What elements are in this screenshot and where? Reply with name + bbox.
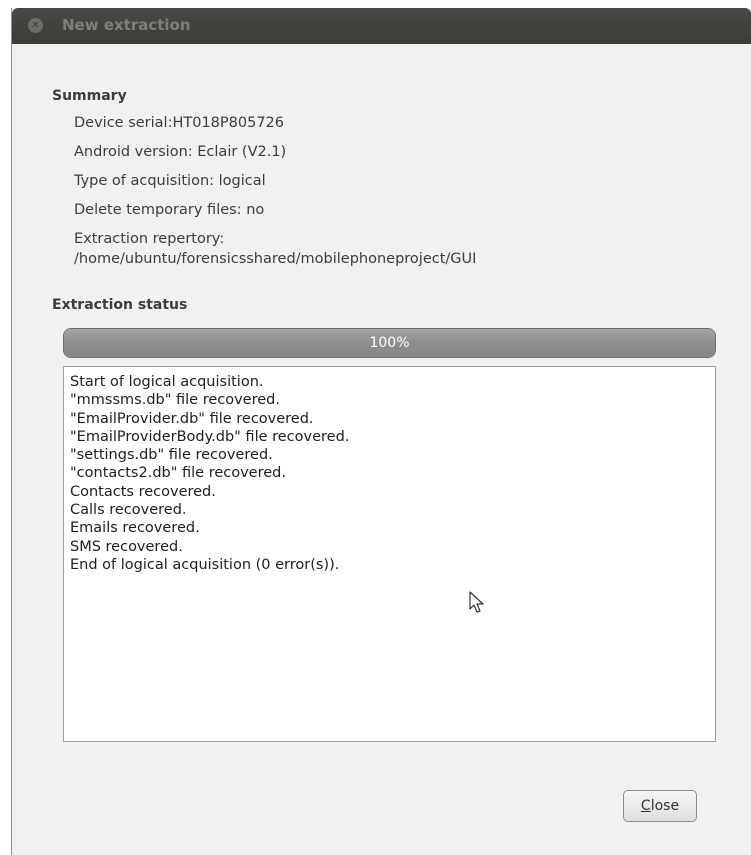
summary-android-version: Android version: Eclair (V2.1)	[74, 144, 287, 160]
log-line: SMS recovered.	[70, 538, 183, 555]
log-line: Calls recovered.	[70, 502, 187, 519]
extraction-dialog: ✕ New extraction Summary Device serial:H…	[11, 8, 751, 855]
summary-heading: Summary	[52, 88, 127, 104]
log-line: "mmssms.db" file recovered.	[70, 392, 280, 409]
close-icon[interactable]: ✕	[28, 18, 43, 33]
progress-bar: 100%	[63, 328, 716, 358]
summary-extraction-repertory-path: /home/ubuntu/forensicsshared/mobilephone…	[74, 251, 477, 267]
log-line: "settings.db" file recovered.	[70, 447, 273, 464]
close-button-label: Close	[640, 798, 680, 814]
progress-label: 100%	[369, 335, 410, 351]
log-line: "EmailProviderBody.db" file recovered.	[70, 428, 350, 445]
summary-device-serial: Device serial:HT018P805726	[74, 115, 284, 131]
extraction-status-heading: Extraction status	[52, 297, 188, 313]
mouse-pointer-icon	[469, 591, 484, 613]
window-title: New extraction	[62, 16, 191, 34]
log-line: "contacts2.db" file recovered.	[70, 465, 286, 482]
extraction-log[interactable]: Start of logical acquisition. "mmssms.db…	[63, 366, 716, 742]
log-line: "EmailProvider.db" file recovered.	[70, 410, 314, 427]
summary-acquisition-type: Type of acquisition: logical	[74, 173, 266, 189]
close-button[interactable]: Close	[623, 790, 697, 822]
log-line: Start of logical acquisition.	[70, 374, 264, 390]
summary-delete-temp: Delete temporary files: no	[74, 202, 265, 218]
log-line: Emails recovered.	[70, 520, 200, 537]
summary-extraction-repertory-label: Extraction repertory:	[74, 231, 225, 247]
log-line: End of logical acquisition (0 error(s)).	[70, 556, 340, 573]
log-line: Contacts recovered.	[70, 483, 216, 500]
title-bar[interactable]: ✕ New extraction	[12, 8, 751, 44]
